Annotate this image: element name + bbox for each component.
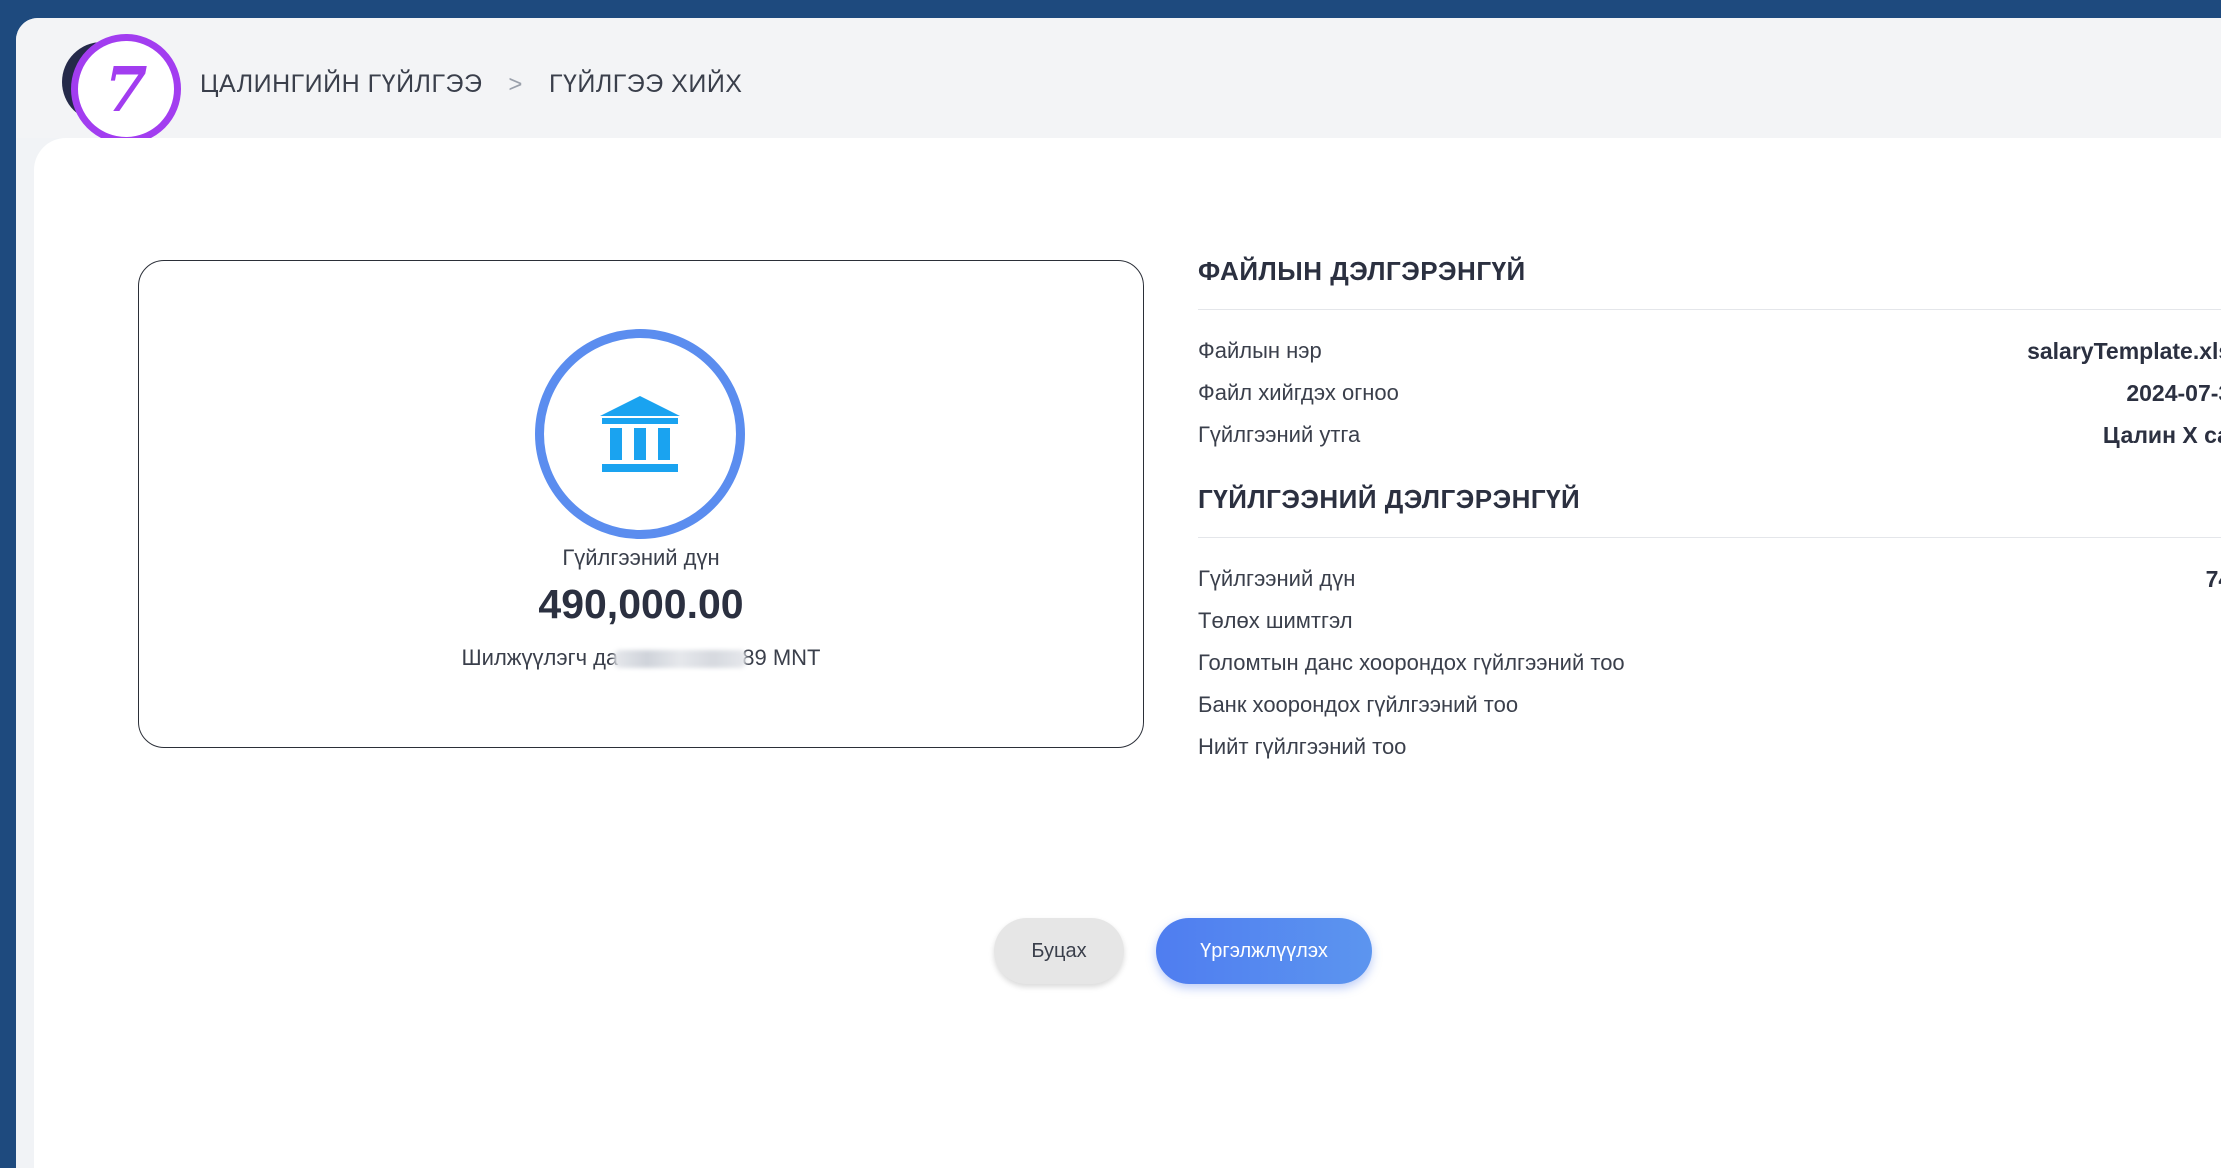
transaction-summary-card: Гүйлгээний дүн 490,000.00 Шилжүүлэгч да 8… — [138, 260, 1144, 748]
sender-account-prefix: Шилжүүлэгч да — [461, 645, 619, 670]
detail-label: Файлын нэр — [1198, 338, 1322, 363]
breadcrumb-item-salary-transaction[interactable]: ЦАЛИНГИЙН ГҮЙЛГЭЭ — [200, 70, 482, 99]
detail-row-interbank-count: Банк хоорондох гүйлгээний тоо 0 — [1198, 684, 2221, 726]
detail-row-description: Гүйлгээний утга Цалин Х сар — [1198, 414, 2221, 456]
breadcrumb-item-make-transaction: ГҮЙЛГЭЭ ХИЙХ — [548, 70, 743, 98]
back-button[interactable]: Буцах — [994, 918, 1124, 984]
bank-icon-ring — [535, 329, 745, 539]
detail-row-amount: Гүйлгээний дүн 741 — [1198, 558, 2221, 600]
sender-account: Шилжүүлэгч да 89 MNT — [139, 645, 1143, 671]
continue-button[interactable]: Үргэлжлүүлэх — [1156, 918, 1372, 984]
step-number-badge: 7 — [71, 34, 181, 144]
details-panel: ФАЙЛЫН ДЭЛГЭРЭНГҮЙ Файлын нэр salaryTemp… — [1198, 256, 2221, 768]
top-bar: 7 ЦАЛИНГИЙН ГҮЙЛГЭЭ > ГҮЙЛГЭЭ ХИЙХ — [16, 18, 2221, 144]
detail-label: Банк хоорондох гүйлгээний тоо — [1198, 692, 1519, 717]
detail-value: 2024-07-31 — [2126, 379, 2221, 406]
detail-value: 741 — [2205, 565, 2221, 592]
file-details-title: ФАЙЛЫН ДЭЛГЭРЭНГҮЙ — [1198, 256, 2221, 310]
app-window: 7 ЦАЛИНГИЙН ГҮЙЛГЭЭ > ГҮЙЛГЭЭ ХИЙХ Гүйлг… — [16, 18, 2221, 1168]
detail-label: Нийт гүйлгээний тоо — [1198, 734, 1407, 759]
detail-value: Цалин Х сар — [2102, 421, 2221, 448]
detail-label: Гүйлгээний утга — [1198, 422, 1361, 447]
detail-row-internal-count: Голомтын данс хоорондох гүйлгээний тоо 3 — [1198, 642, 2221, 684]
transaction-details-title: ГҮЙЛГЭЭНИЙ ДЭЛГЭРЭНГҮЙ — [1198, 484, 2221, 538]
detail-row-total-count: Нийт гүйлгээний тоо 3 — [1198, 726, 2221, 768]
breadcrumb: ЦАЛИНГИЙН ГҮЙЛГЭЭ > ГҮЙЛГЭЭ ХИЙХ — [200, 70, 742, 99]
bank-icon — [600, 396, 680, 472]
detail-row-fee: Төлөх шимтгэл 0 — [1198, 600, 2221, 642]
redacted-account-number — [614, 650, 747, 669]
detail-label: Төлөх шимтгэл — [1198, 608, 1353, 633]
breadcrumb-separator: > — [508, 70, 523, 98]
detail-row-file-date: Файл хийгдэх огноо 2024-07-31 — [1198, 372, 2221, 414]
detail-value: salaryTemplate.xlsx — [2027, 337, 2221, 364]
detail-label: Голомтын данс хоорондох гүйлгээний тоо — [1198, 650, 1625, 675]
main-content: Гүйлгээний дүн 490,000.00 Шилжүүлэгч да 8… — [34, 138, 2221, 1168]
sender-account-suffix: 89 MNT — [742, 645, 821, 670]
detail-row-file-name: Файлын нэр salaryTemplate.xlsx — [1198, 330, 2221, 372]
detail-label: Гүйлгээний дүн — [1198, 566, 1356, 591]
amount-label: Гүйлгээний дүн — [562, 545, 720, 570]
detail-label: Файл хийгдэх огноо — [1198, 380, 1399, 405]
amount-value: 490,000.00 — [538, 581, 744, 627]
